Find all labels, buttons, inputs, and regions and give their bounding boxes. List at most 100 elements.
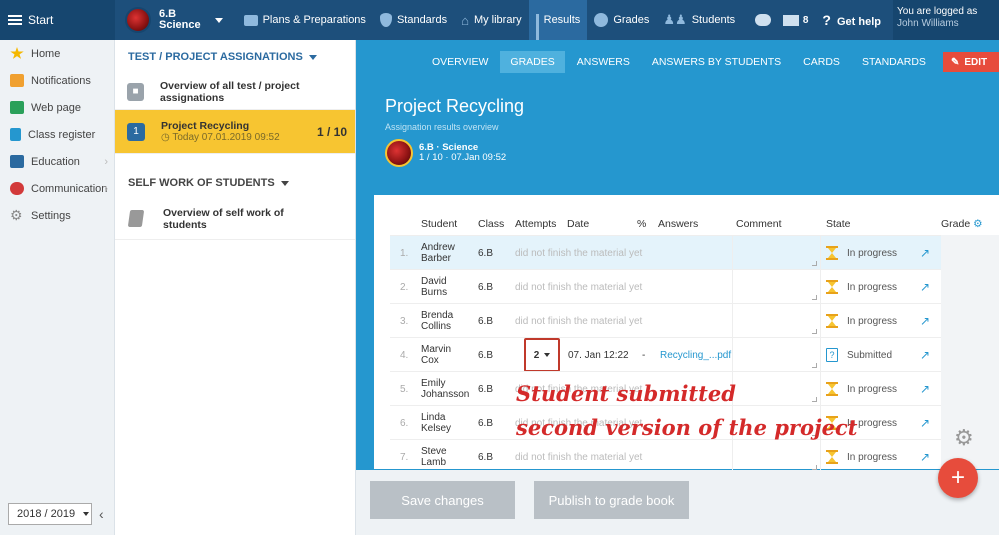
table-row[interactable]: 1. Andrew Barber 6.B did not finish the m… (390, 235, 941, 270)
nav-standards[interactable]: Standards (373, 0, 454, 40)
col-attempts[interactable]: Attempts (515, 218, 556, 230)
external-link-icon[interactable]: ↗ (920, 338, 930, 372)
assignment-panel: TEST / PROJECT ASSIGNATIONS ■ Overview o… (115, 40, 356, 535)
chat-icon[interactable] (754, 14, 771, 26)
menu-item-web-page[interactable]: Web page (0, 94, 114, 121)
grades-icon (594, 13, 609, 27)
chevron-right-icon: › (104, 182, 108, 195)
student-name: Emily Johansson (421, 378, 470, 400)
student-name: Marvin Cox (421, 344, 452, 366)
hourglass-icon (826, 246, 838, 260)
question-icon: ? (822, 12, 831, 28)
table-row[interactable]: 4. Marvin Cox 6.B 2 07. Jan 12:22 - Recyc… (390, 337, 941, 372)
self-work-header[interactable]: SELF WORK OF STUDENTS (115, 168, 355, 198)
communication-icon (10, 182, 24, 195)
comment-field[interactable] (732, 270, 821, 304)
external-link-icon[interactable]: ↗ (920, 372, 930, 406)
assignment-item-project-recycling[interactable]: 1 Project Recycling ◷ Today 07.01.2019 0… (115, 110, 355, 154)
menu-item-communication[interactable]: Communication › (0, 175, 114, 202)
nav-plans[interactable]: Plans & Preparations (237, 0, 373, 40)
external-link-icon[interactable]: ↗ (920, 236, 930, 270)
col-answers[interactable]: Answers (658, 218, 698, 230)
nav-library-label: My library (473, 14, 522, 26)
col-comment[interactable]: Comment (736, 218, 782, 230)
attempt-select[interactable]: 2 (524, 338, 560, 372)
mail-count: 8 (802, 14, 809, 26)
col-state[interactable]: State (826, 218, 851, 230)
top-bar: Start 6.B Science Plans & Preparations S… (0, 0, 999, 41)
hourglass-icon (826, 314, 838, 328)
comment-field[interactable] (732, 440, 821, 474)
star-icon (10, 47, 24, 59)
nav-grades[interactable]: Grades (587, 0, 656, 40)
pencil-icon: ✎ (951, 56, 960, 68)
class-selector[interactable]: 6.B Science (125, 7, 223, 33)
state: ? Submitted (826, 338, 892, 372)
edit-button[interactable]: ✎ EDIT (943, 52, 999, 72)
menu-item-education[interactable]: Education › (0, 148, 114, 175)
col-class[interactable]: Class (478, 218, 504, 230)
assignations-header[interactable]: TEST / PROJECT ASSIGNATIONS (115, 40, 355, 74)
save-changes-button[interactable]: Save changes (370, 481, 515, 519)
shield-icon (379, 13, 392, 27)
nav-results-label: Results (543, 14, 581, 26)
external-link-icon[interactable]: ↗ (920, 270, 930, 304)
tab-overview[interactable]: OVERVIEW (422, 51, 498, 73)
add-button[interactable]: + (938, 458, 978, 498)
chevron-down-icon (83, 512, 90, 516)
education-icon (10, 155, 24, 168)
publish-button[interactable]: Publish to grade book (534, 481, 689, 519)
gear-icon[interactable]: ⚙ (954, 425, 974, 451)
left-menu: Home Notifications Web page Class regist… (0, 40, 115, 535)
menu-item-settings[interactable]: ⚙ Settings (0, 202, 114, 229)
help-button[interactable]: ? Get help (822, 12, 881, 28)
col-student[interactable]: Student (421, 218, 457, 230)
tab-grades[interactable]: GRADES (500, 51, 565, 73)
library-icon: ⌂ (461, 12, 469, 28)
menu-item-class-register[interactable]: Class register (0, 121, 114, 148)
table-row[interactable]: 2. David Burns 6.B did not finish the mat… (390, 269, 941, 304)
menu-item-notifications[interactable]: Notifications (0, 67, 114, 94)
question-icon: ? (826, 348, 838, 362)
self-work-overview-item[interactable]: Overview of self work of students (115, 198, 355, 240)
chevron-down-icon (280, 180, 289, 186)
tab-standards[interactable]: STANDARDS (852, 51, 936, 73)
chevron-down-icon (214, 17, 223, 23)
answer-file-link[interactable]: Recycling_...pdf (660, 338, 731, 372)
mail-icon[interactable] (782, 14, 799, 26)
start-menu-button[interactable]: Start (0, 0, 115, 40)
state: In progress (826, 236, 897, 270)
overview-icon: ■ (127, 82, 144, 101)
col-percent[interactable]: % (637, 218, 646, 230)
tab-cards[interactable]: CARDS (793, 51, 850, 73)
student-name: Steve Lamb (421, 446, 447, 468)
main-content: OVERVIEW GRADES ANSWERS ANSWERS BY STUDE… (356, 40, 999, 535)
tab-answers[interactable]: ANSWERS (567, 51, 640, 73)
external-link-icon[interactable]: ↗ (920, 440, 930, 474)
external-link-icon[interactable]: ↗ (920, 304, 930, 338)
col-grade[interactable]: Grade ⚙ (941, 218, 983, 230)
overview-assignations-item[interactable]: ■ Overview of all test / project assigna… (115, 74, 355, 110)
menu-item-home[interactable]: Home (0, 40, 114, 67)
class-avatar (125, 7, 151, 33)
comment-field[interactable] (732, 304, 821, 338)
nav-library[interactable]: ⌂ My library (454, 0, 529, 40)
collapse-menu-icon[interactable]: ‹ (99, 506, 104, 522)
external-link-icon[interactable]: ↗ (920, 406, 930, 440)
envelope-icon (10, 74, 24, 87)
tab-answers-by-students[interactable]: ANSWERS BY STUDENTS (642, 51, 791, 73)
user-name: John Williams (897, 18, 959, 29)
user-menu[interactable]: You are logged as John Williams (893, 0, 999, 40)
nav-results[interactable]: Results (528, 0, 588, 41)
comment-field[interactable] (732, 236, 821, 270)
table-row[interactable]: 3. Brenda Collins 6.B did not finish the … (390, 303, 941, 338)
school-year-select[interactable]: 2018 / 2019 (8, 503, 92, 525)
comment-field[interactable] (732, 338, 821, 372)
bar-chart-icon (535, 14, 539, 41)
students-icon: ♟♟ (663, 12, 687, 27)
nav-students[interactable]: ♟♟ Students (656, 0, 742, 40)
gear-icon: ⚙ (973, 218, 983, 230)
nav-students-label: Students (691, 14, 736, 26)
col-date[interactable]: Date (567, 218, 589, 230)
assignment-title: Project Recycling (161, 120, 250, 132)
